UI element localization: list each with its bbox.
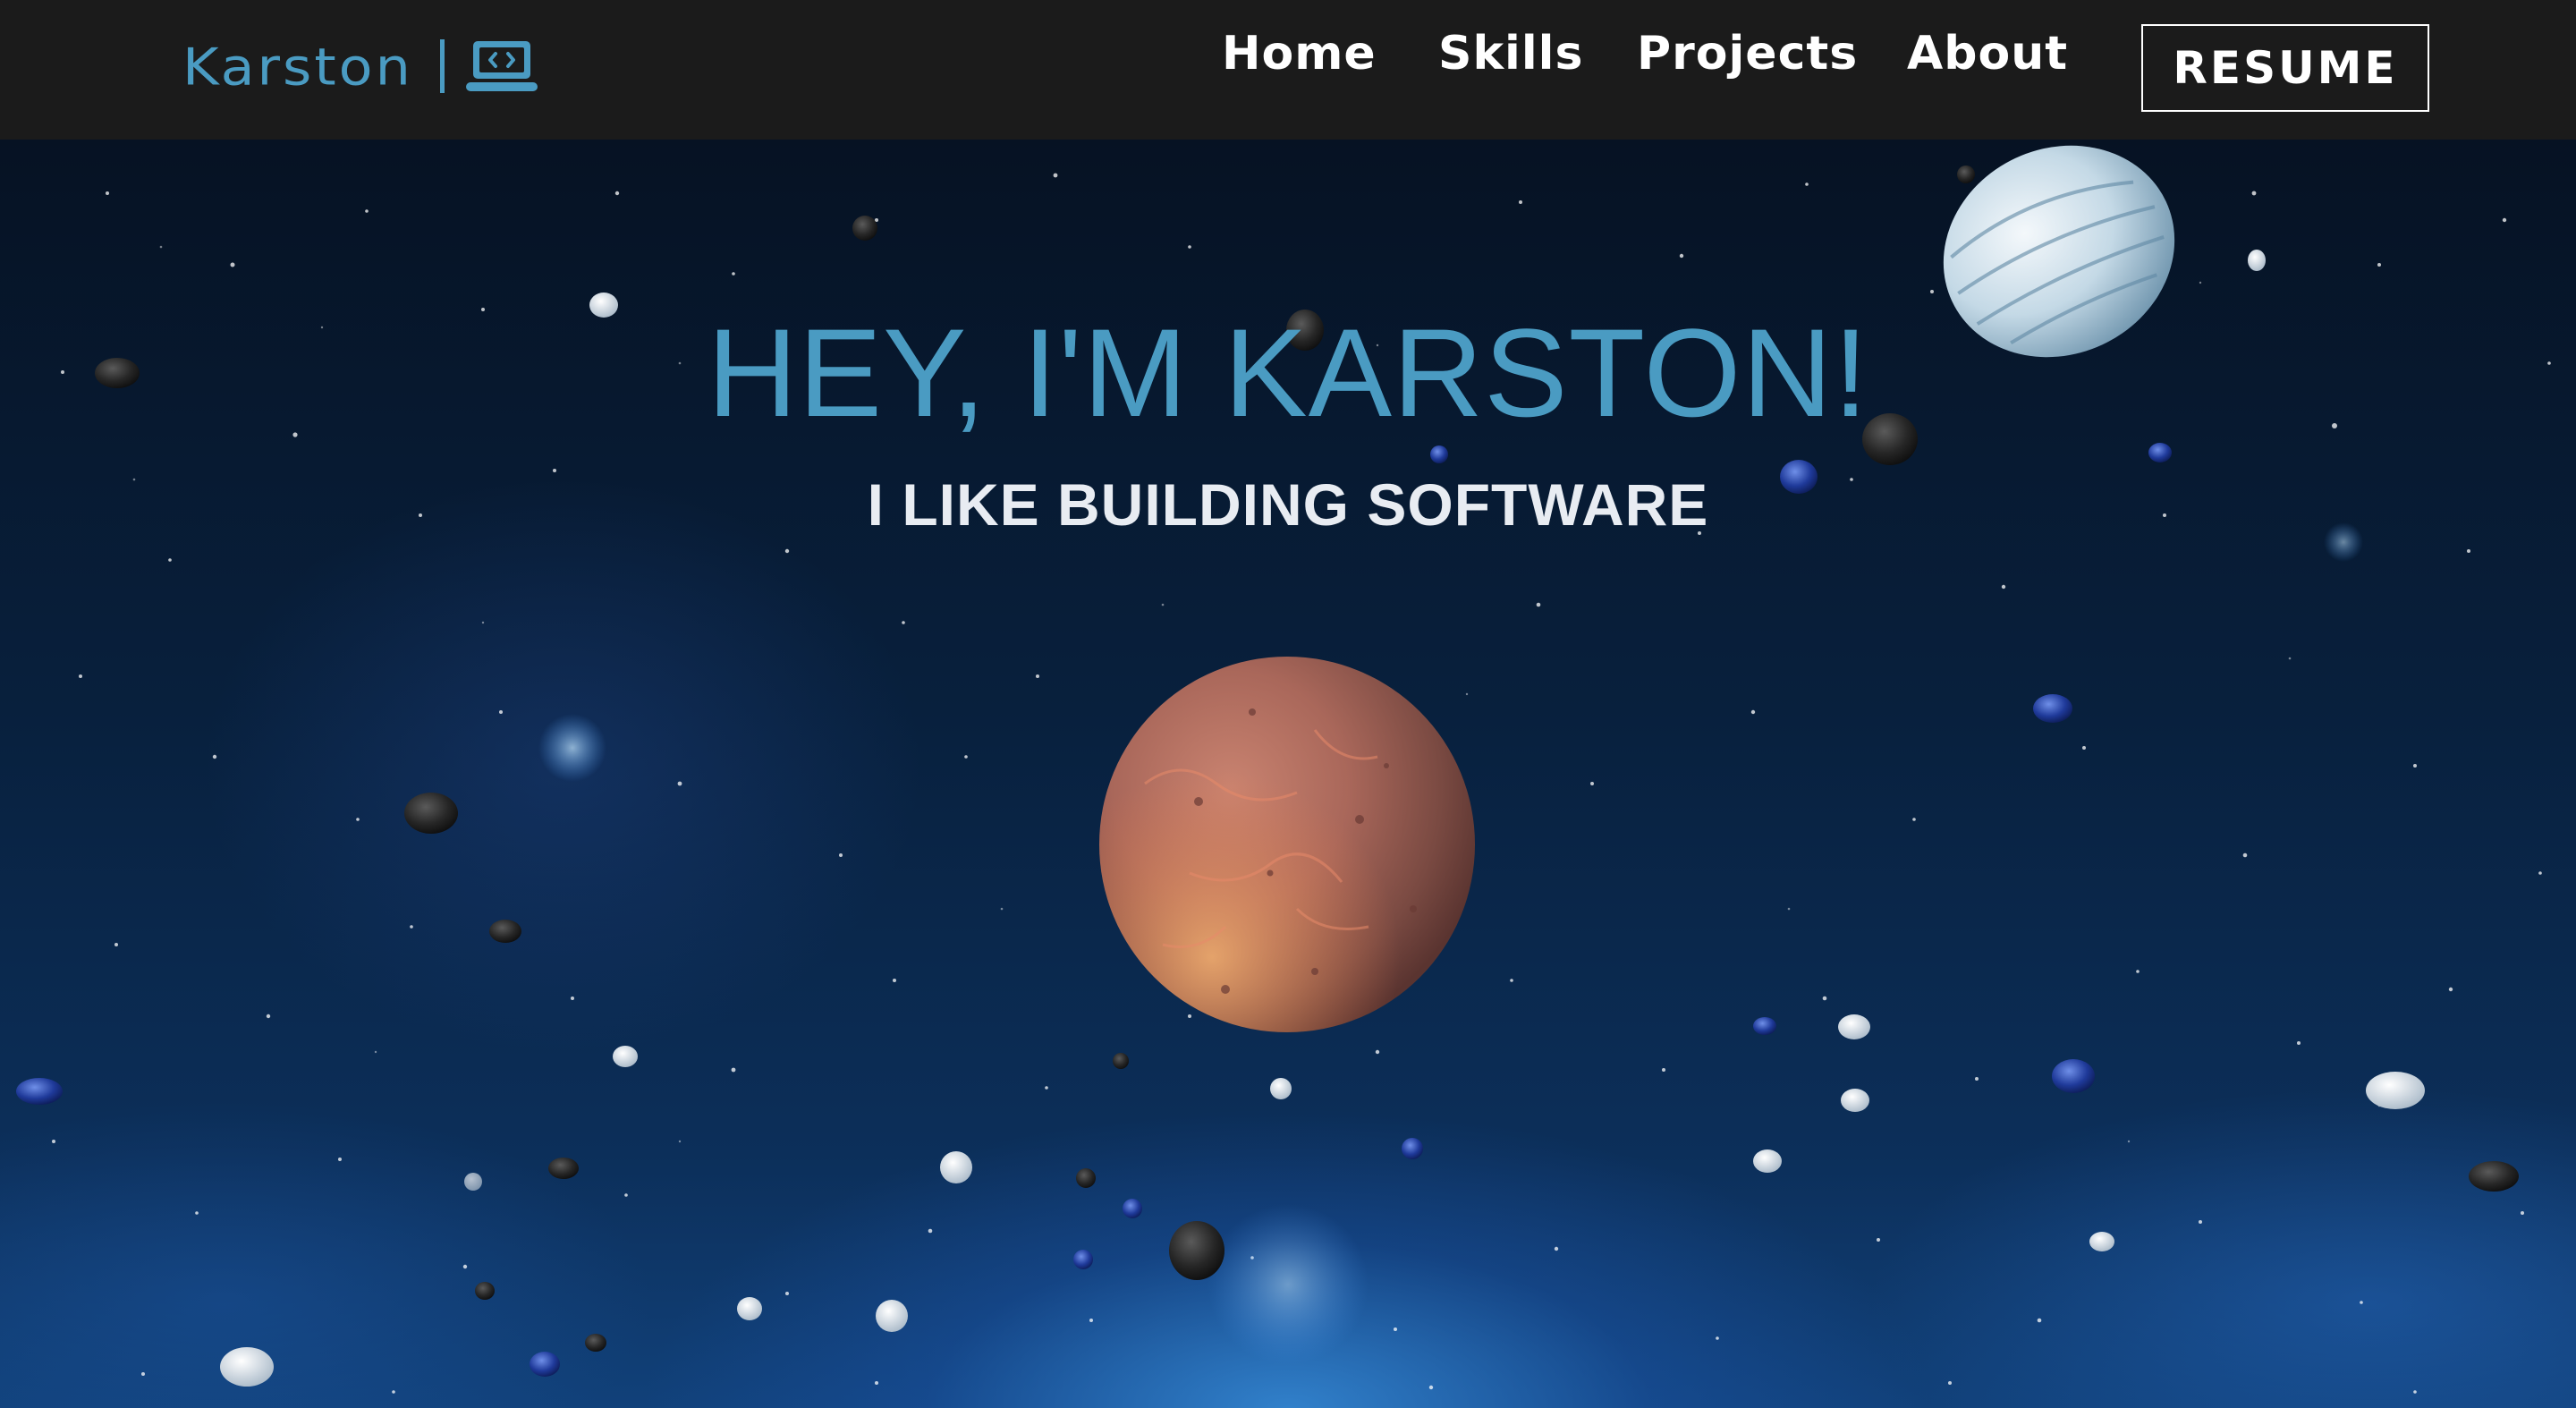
blue-moons xyxy=(16,443,2172,1377)
red-planet xyxy=(1099,657,1475,1032)
brand-name: Karston xyxy=(182,36,413,97)
laptop-code-icon xyxy=(465,41,538,91)
nav-projects-link[interactable]: Projects xyxy=(1637,27,1858,81)
brand-divider xyxy=(439,39,445,93)
nav-about-link[interactable]: About xyxy=(1907,27,2068,81)
resume-button[interactable]: RESUME xyxy=(2141,24,2429,112)
page: Karston Home Skills Projects About RESUM… xyxy=(0,0,2576,1408)
nav-home-link[interactable]: Home xyxy=(1222,27,1377,81)
hero-section: HEY, I'M KARSTON! I LIKE BUILDING SOFTWA… xyxy=(0,140,2576,1408)
brand-logo-link[interactable]: Karston xyxy=(182,32,539,100)
nav-skills-link[interactable]: Skills xyxy=(1438,27,1583,81)
hero-subtitle: I LIKE BUILDING SOFTWARE xyxy=(867,471,1709,538)
top-navbar: Karston Home Skills Projects About RESUM… xyxy=(0,0,2576,140)
hero-title: HEY, I'M KARSTON! xyxy=(707,302,1869,443)
